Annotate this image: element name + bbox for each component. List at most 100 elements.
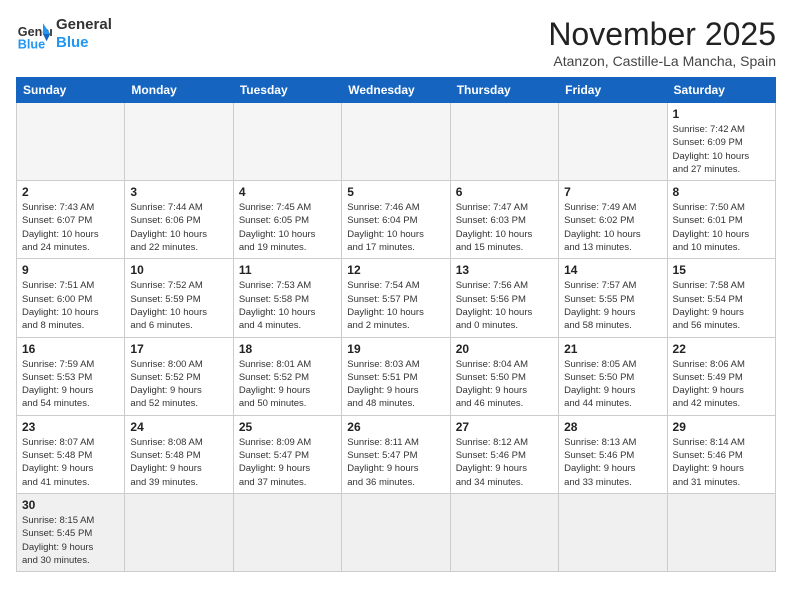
day-number: 23 bbox=[22, 420, 119, 434]
calendar-cell: 13 Sunrise: 7:56 AM Sunset: 5:56 PM Dayli… bbox=[450, 259, 558, 337]
day-info: Sunrise: 8:01 AM Sunset: 5:52 PM Dayligh… bbox=[239, 358, 336, 411]
calendar-cell: 27 Sunrise: 8:12 AM Sunset: 5:46 PM Dayli… bbox=[450, 415, 558, 493]
svg-text:Blue: Blue bbox=[18, 37, 45, 51]
calendar-cell: 11 Sunrise: 7:53 AM Sunset: 5:58 PM Dayli… bbox=[233, 259, 341, 337]
calendar-cell: 25 Sunrise: 8:09 AM Sunset: 5:47 PM Dayli… bbox=[233, 415, 341, 493]
day-number: 14 bbox=[564, 263, 661, 277]
day-number: 11 bbox=[239, 263, 336, 277]
weekday-header-tuesday: Tuesday bbox=[233, 78, 341, 103]
calendar-cell: 14 Sunrise: 7:57 AM Sunset: 5:55 PM Dayli… bbox=[559, 259, 667, 337]
day-number: 13 bbox=[456, 263, 553, 277]
calendar-cell bbox=[559, 103, 667, 181]
calendar-cell bbox=[667, 493, 775, 571]
location-title: Atanzon, Castille-La Mancha, Spain bbox=[548, 53, 776, 69]
day-number: 6 bbox=[456, 185, 553, 199]
day-number: 5 bbox=[347, 185, 444, 199]
day-number: 29 bbox=[673, 420, 770, 434]
day-info: Sunrise: 7:53 AM Sunset: 5:58 PM Dayligh… bbox=[239, 279, 336, 332]
calendar-cell: 29 Sunrise: 8:14 AM Sunset: 5:46 PM Dayli… bbox=[667, 415, 775, 493]
day-number: 17 bbox=[130, 342, 227, 356]
day-number: 8 bbox=[673, 185, 770, 199]
calendar-cell: 9Sunrise: 7:51 AM Sunset: 6:00 PM Daylig… bbox=[17, 259, 125, 337]
day-number: 25 bbox=[239, 420, 336, 434]
calendar-cell: 8 Sunrise: 7:50 AM Sunset: 6:01 PM Daylig… bbox=[667, 181, 775, 259]
calendar-cell: 3Sunrise: 7:44 AM Sunset: 6:06 PM Daylig… bbox=[125, 181, 233, 259]
day-number: 21 bbox=[564, 342, 661, 356]
day-number: 15 bbox=[673, 263, 770, 277]
day-info: Sunrise: 7:45 AM Sunset: 6:05 PM Dayligh… bbox=[239, 201, 336, 254]
calendar-cell bbox=[450, 493, 558, 571]
day-number: 26 bbox=[347, 420, 444, 434]
calendar-week-row: 1Sunrise: 7:42 AM Sunset: 6:09 PM Daylig… bbox=[17, 103, 776, 181]
day-info: Sunrise: 7:59 AM Sunset: 5:53 PM Dayligh… bbox=[22, 358, 119, 411]
day-info: Sunrise: 8:08 AM Sunset: 5:48 PM Dayligh… bbox=[130, 436, 227, 489]
calendar-week-row: 2Sunrise: 7:43 AM Sunset: 6:07 PM Daylig… bbox=[17, 181, 776, 259]
day-info: Sunrise: 7:47 AM Sunset: 6:03 PM Dayligh… bbox=[456, 201, 553, 254]
calendar-cell bbox=[125, 103, 233, 181]
day-number: 27 bbox=[456, 420, 553, 434]
day-info: Sunrise: 8:03 AM Sunset: 5:51 PM Dayligh… bbox=[347, 358, 444, 411]
day-info: Sunrise: 8:11 AM Sunset: 5:47 PM Dayligh… bbox=[347, 436, 444, 489]
calendar-cell: 18Sunrise: 8:01 AM Sunset: 5:52 PM Dayli… bbox=[233, 337, 341, 415]
day-info: Sunrise: 8:00 AM Sunset: 5:52 PM Dayligh… bbox=[130, 358, 227, 411]
day-info: Sunrise: 7:57 AM Sunset: 5:55 PM Dayligh… bbox=[564, 279, 661, 332]
day-info: Sunrise: 7:44 AM Sunset: 6:06 PM Dayligh… bbox=[130, 201, 227, 254]
day-info: Sunrise: 7:58 AM Sunset: 5:54 PM Dayligh… bbox=[673, 279, 770, 332]
calendar-cell bbox=[125, 493, 233, 571]
day-info: Sunrise: 8:14 AM Sunset: 5:46 PM Dayligh… bbox=[673, 436, 770, 489]
day-info: Sunrise: 7:54 AM Sunset: 5:57 PM Dayligh… bbox=[347, 279, 444, 332]
day-number: 4 bbox=[239, 185, 336, 199]
day-number: 24 bbox=[130, 420, 227, 434]
day-info: Sunrise: 8:04 AM Sunset: 5:50 PM Dayligh… bbox=[456, 358, 553, 411]
day-number: 1 bbox=[673, 107, 770, 121]
calendar-cell: 23 Sunrise: 8:07 AM Sunset: 5:48 PM Dayli… bbox=[17, 415, 125, 493]
calendar-cell: 28Sunrise: 8:13 AM Sunset: 5:46 PM Dayli… bbox=[559, 415, 667, 493]
day-number: 20 bbox=[456, 342, 553, 356]
calendar-cell: 1Sunrise: 7:42 AM Sunset: 6:09 PM Daylig… bbox=[667, 103, 775, 181]
weekday-header-monday: Monday bbox=[125, 78, 233, 103]
calendar-table: SundayMondayTuesdayWednesdayThursdayFrid… bbox=[16, 77, 776, 572]
day-info: Sunrise: 7:43 AM Sunset: 6:07 PM Dayligh… bbox=[22, 201, 119, 254]
logo-blue-text: Blue bbox=[56, 34, 112, 52]
logo: General Blue General Blue bbox=[16, 16, 112, 52]
calendar-cell bbox=[233, 493, 341, 571]
day-info: Sunrise: 8:09 AM Sunset: 5:47 PM Dayligh… bbox=[239, 436, 336, 489]
day-number: 30 bbox=[22, 498, 119, 512]
calendar-week-row: 16 Sunrise: 7:59 AM Sunset: 5:53 PM Dayli… bbox=[17, 337, 776, 415]
day-number: 12 bbox=[347, 263, 444, 277]
day-info: Sunrise: 8:06 AM Sunset: 5:49 PM Dayligh… bbox=[673, 358, 770, 411]
calendar-cell: 24 Sunrise: 8:08 AM Sunset: 5:48 PM Dayli… bbox=[125, 415, 233, 493]
day-info: Sunrise: 8:07 AM Sunset: 5:48 PM Dayligh… bbox=[22, 436, 119, 489]
day-number: 22 bbox=[673, 342, 770, 356]
calendar-week-row: 23 Sunrise: 8:07 AM Sunset: 5:48 PM Dayli… bbox=[17, 415, 776, 493]
logo-icon: General Blue bbox=[16, 16, 52, 52]
day-info: Sunrise: 7:49 AM Sunset: 6:02 PM Dayligh… bbox=[564, 201, 661, 254]
calendar-cell: 21 Sunrise: 8:05 AM Sunset: 5:50 PM Dayli… bbox=[559, 337, 667, 415]
day-info: Sunrise: 7:56 AM Sunset: 5:56 PM Dayligh… bbox=[456, 279, 553, 332]
calendar-week-row: 30 Sunrise: 8:15 AM Sunset: 5:45 PM Dayli… bbox=[17, 493, 776, 571]
calendar-cell: 22 Sunrise: 8:06 AM Sunset: 5:49 PM Dayli… bbox=[667, 337, 775, 415]
header: General Blue General Blue November 2025 … bbox=[16, 16, 776, 69]
calendar-cell bbox=[17, 103, 125, 181]
calendar-cell: 4 Sunrise: 7:45 AM Sunset: 6:05 PM Daylig… bbox=[233, 181, 341, 259]
calendar-cell: 19 Sunrise: 8:03 AM Sunset: 5:51 PM Dayli… bbox=[342, 337, 450, 415]
day-number: 7 bbox=[564, 185, 661, 199]
calendar-cell: 15 Sunrise: 7:58 AM Sunset: 5:54 PM Dayli… bbox=[667, 259, 775, 337]
day-info: Sunrise: 8:05 AM Sunset: 5:50 PM Dayligh… bbox=[564, 358, 661, 411]
day-info: Sunrise: 8:13 AM Sunset: 5:46 PM Dayligh… bbox=[564, 436, 661, 489]
day-info: Sunrise: 8:12 AM Sunset: 5:46 PM Dayligh… bbox=[456, 436, 553, 489]
day-info: Sunrise: 7:51 AM Sunset: 6:00 PM Dayligh… bbox=[22, 279, 119, 332]
calendar-cell bbox=[450, 103, 558, 181]
calendar-week-row: 9Sunrise: 7:51 AM Sunset: 6:00 PM Daylig… bbox=[17, 259, 776, 337]
calendar-cell: 7 Sunrise: 7:49 AM Sunset: 6:02 PM Daylig… bbox=[559, 181, 667, 259]
day-number: 16 bbox=[22, 342, 119, 356]
day-info: Sunrise: 7:46 AM Sunset: 6:04 PM Dayligh… bbox=[347, 201, 444, 254]
weekday-header-friday: Friday bbox=[559, 78, 667, 103]
calendar-cell bbox=[342, 493, 450, 571]
weekday-header-row: SundayMondayTuesdayWednesdayThursdayFrid… bbox=[17, 78, 776, 103]
day-info: Sunrise: 8:15 AM Sunset: 5:45 PM Dayligh… bbox=[22, 514, 119, 567]
weekday-header-saturday: Saturday bbox=[667, 78, 775, 103]
day-info: Sunrise: 7:50 AM Sunset: 6:01 PM Dayligh… bbox=[673, 201, 770, 254]
day-number: 19 bbox=[347, 342, 444, 356]
calendar-cell: 17 Sunrise: 8:00 AM Sunset: 5:52 PM Dayli… bbox=[125, 337, 233, 415]
